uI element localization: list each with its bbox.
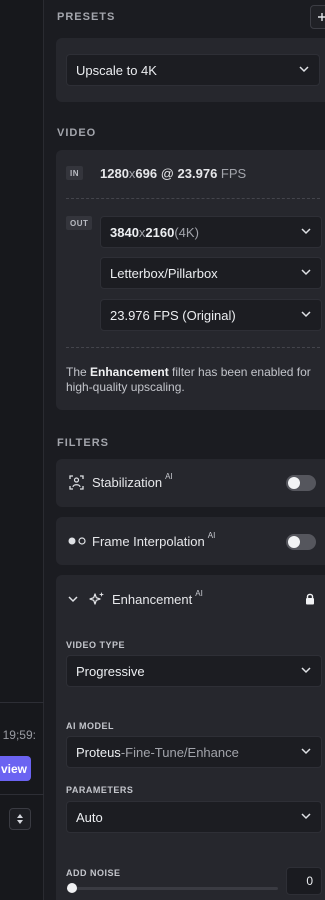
add-noise-slider-track[interactable] bbox=[67, 883, 278, 893]
add-preset-button[interactable] bbox=[310, 5, 325, 29]
input-at: @ bbox=[157, 166, 178, 181]
chevron-down-icon[interactable] bbox=[68, 596, 78, 603]
chevron-down-icon bbox=[301, 228, 311, 235]
note-pre: The bbox=[66, 365, 91, 379]
divider bbox=[0, 702, 44, 703]
add-noise-label: ADD NOISE bbox=[66, 868, 121, 878]
enhancement-note: The Enhancement filter has been enabled … bbox=[66, 365, 322, 395]
stabilization-title: Stabilization AI bbox=[92, 472, 173, 490]
preview-button[interactable]: view bbox=[0, 756, 31, 781]
preset-value: Upscale to 4K bbox=[76, 62, 157, 78]
plus-icon bbox=[318, 13, 325, 21]
frame-interpolation-icon bbox=[68, 537, 86, 545]
ai-model-select[interactable]: Proteus - Fine-Tune/Enhance bbox=[66, 736, 322, 768]
ai-model-name: Proteus bbox=[76, 744, 121, 760]
frame-interpolation-title: Frame Interpolation AI bbox=[92, 531, 216, 549]
chevron-down-icon bbox=[301, 269, 311, 276]
video-type-value: Progressive bbox=[76, 663, 145, 679]
input-width: 1280 bbox=[100, 166, 129, 181]
video-card: IN 1280x696 @ 23.976 FPS OUT 3840 x 2160 (… bbox=[56, 150, 325, 410]
parameters-select[interactable]: Auto bbox=[66, 801, 322, 833]
timecode: :59;19 bbox=[2, 728, 36, 742]
input-fps-unit: FPS bbox=[217, 166, 247, 181]
video-type-label: VIDEO TYPE bbox=[66, 640, 126, 650]
sort-stepper[interactable] bbox=[9, 808, 31, 830]
enhancement-filter: Enhancement AI VIDEO TYPE Progressive AI … bbox=[56, 575, 325, 900]
video-heading: VIDEO bbox=[57, 127, 97, 139]
lock-icon[interactable] bbox=[305, 593, 315, 605]
frame-interpolation-filter[interactable]: Frame Interpolation AI bbox=[56, 517, 325, 565]
dashed-divider bbox=[66, 198, 320, 199]
enhancement-title: Enhancement AI bbox=[112, 589, 203, 607]
presets-heading: PRESETS bbox=[57, 11, 116, 23]
chevron-down-icon bbox=[301, 748, 311, 755]
parameters-label: PARAMETERS bbox=[66, 785, 134, 795]
toggle-knob bbox=[288, 477, 300, 489]
ai-badge: AI bbox=[165, 472, 173, 481]
stabilization-label: Stabilization bbox=[92, 475, 163, 490]
add-noise-value[interactable]: 0 bbox=[286, 867, 322, 895]
presets-card: Upscale to 4K bbox=[56, 38, 325, 102]
ai-model-mode: Fine-Tune/Enhance bbox=[125, 744, 239, 760]
stabilization-toggle[interactable] bbox=[286, 475, 316, 491]
output-tag: OUT bbox=[66, 216, 93, 230]
output-res-note: (4K) bbox=[174, 224, 199, 240]
stabilization-icon bbox=[69, 475, 84, 490]
input-resolution: 1280x696 @ 23.976 FPS bbox=[100, 166, 246, 181]
enhancement-label: Enhancement bbox=[112, 592, 193, 607]
chevron-down-icon bbox=[301, 667, 311, 674]
chevron-down-icon bbox=[299, 66, 309, 73]
up-down-icon bbox=[17, 814, 23, 824]
output-fps-select[interactable]: 23.976 FPS (Original) bbox=[100, 299, 322, 331]
divider bbox=[0, 794, 44, 795]
add-noise-slider-handle[interactable] bbox=[67, 883, 77, 893]
chevron-down-icon bbox=[301, 813, 311, 820]
filters-heading: FILTERS bbox=[57, 437, 110, 449]
crop-mode-select[interactable]: Letterbox/Pillarbox bbox=[100, 257, 322, 289]
note-bold: Enhancement bbox=[90, 365, 169, 379]
settings-panel: PRESETS Upscale to 4K VIDEO IN 1280x696 … bbox=[45, 0, 325, 900]
video-type-select[interactable]: Progressive bbox=[66, 655, 322, 687]
toggle-knob bbox=[288, 536, 300, 548]
output-height: 2160 bbox=[145, 224, 175, 240]
frame-interpolation-toggle[interactable] bbox=[286, 534, 316, 550]
sparkle-icon bbox=[89, 592, 104, 605]
ai-badge: AI bbox=[195, 589, 203, 598]
input-fps: 23.976 bbox=[177, 166, 218, 181]
chevron-down-icon bbox=[301, 311, 311, 318]
output-resolution-select[interactable]: 3840 x 2160 (4K) bbox=[100, 216, 322, 248]
preset-select[interactable]: Upscale to 4K bbox=[66, 54, 320, 86]
input-tag: IN bbox=[66, 166, 83, 180]
input-height: 696 bbox=[135, 166, 158, 181]
output-width: 3840 bbox=[110, 224, 139, 240]
output-fps-value: 23.976 FPS (Original) bbox=[110, 307, 236, 323]
frame-interpolation-label: Frame Interpolation bbox=[92, 534, 205, 549]
stabilization-filter[interactable]: Stabilization AI bbox=[56, 459, 325, 507]
ai-model-label: AI MODEL bbox=[66, 721, 114, 731]
parameters-value: Auto bbox=[76, 809, 103, 825]
crop-mode-value: Letterbox/Pillarbox bbox=[110, 265, 218, 281]
dashed-divider bbox=[66, 347, 320, 348]
ai-badge: AI bbox=[207, 531, 216, 540]
